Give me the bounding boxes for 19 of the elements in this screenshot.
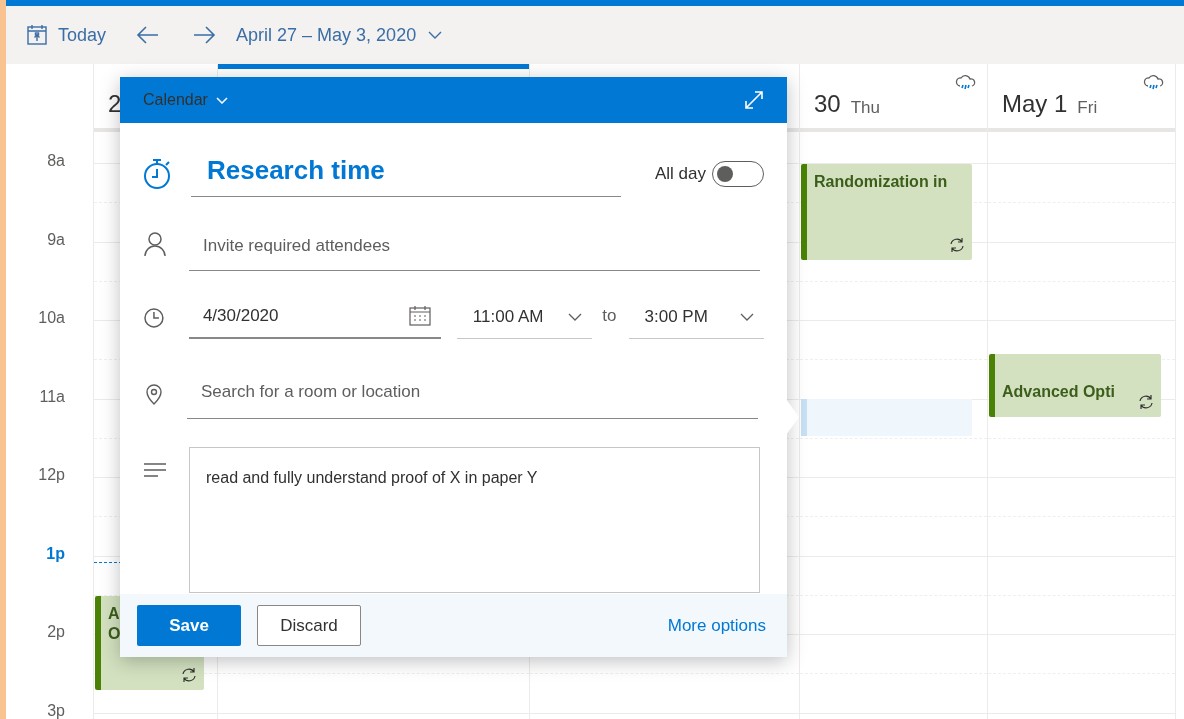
hour-label: 10a bbox=[38, 310, 65, 326]
hour-label: 8a bbox=[47, 153, 65, 169]
hour-label: 12p bbox=[38, 467, 65, 483]
event-title: A O bbox=[108, 604, 121, 644]
hour-label: 9a bbox=[47, 231, 65, 248]
event-title: Advanced Opti bbox=[1002, 381, 1115, 402]
today-label: Today bbox=[58, 23, 107, 47]
weekday-label: Fri bbox=[1077, 99, 1098, 116]
date-range-label: April 27 – May 3, 2020 bbox=[236, 23, 417, 47]
day-number: 30 bbox=[814, 92, 841, 116]
event-title: Randomization in bbox=[814, 172, 948, 192]
day-number: May 1 bbox=[1002, 92, 1068, 116]
hour-label: 2p bbox=[47, 624, 65, 640]
to-label: to bbox=[602, 305, 617, 327]
weekday-label: Thu bbox=[850, 99, 880, 116]
hour-label: 11a bbox=[39, 388, 65, 405]
day-number: 2 bbox=[108, 92, 122, 116]
hour-label: 3p bbox=[47, 702, 65, 719]
hour-label: 1p bbox=[46, 545, 65, 562]
